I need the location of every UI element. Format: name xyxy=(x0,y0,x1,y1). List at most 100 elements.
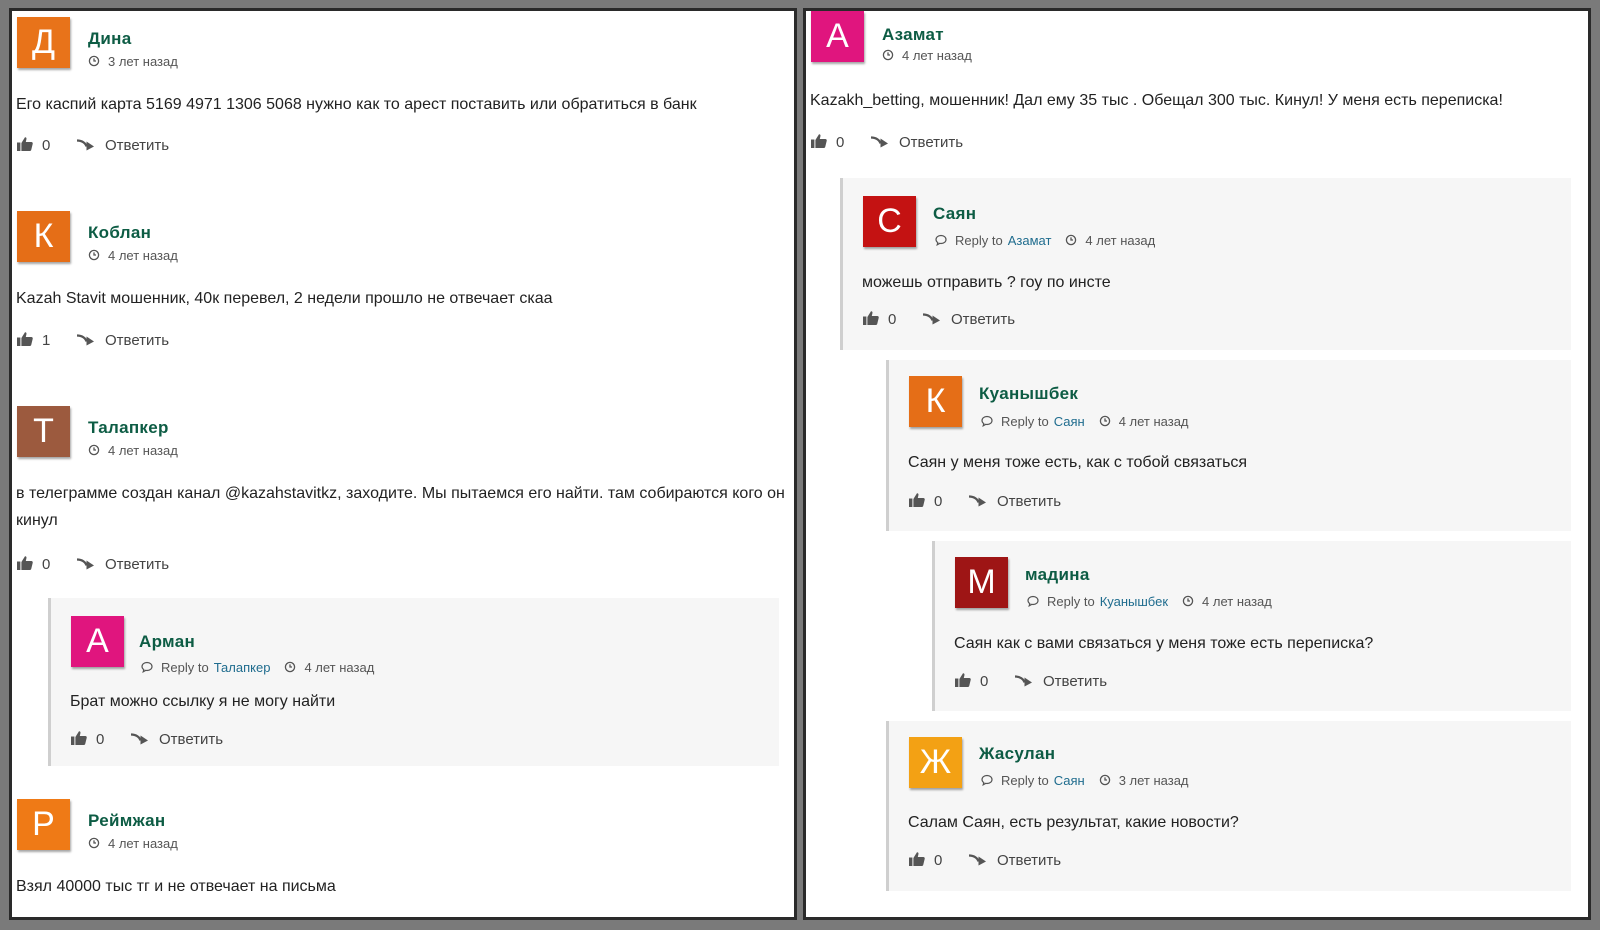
reply-arrow-icon xyxy=(76,332,96,346)
reply-to-link[interactable]: Саян xyxy=(1054,414,1085,429)
reply-comment: С Саян Reply to Азамат 4 лет назад можешь … xyxy=(840,178,1571,350)
comment-text: Kazah Stavit мошенник, 40к перевел, 2 не… xyxy=(16,290,553,307)
comment-text: Взял 40000 тыс тг и не отвечает на письм… xyxy=(16,878,336,895)
avatar: Д xyxy=(17,17,70,68)
clock-icon xyxy=(88,55,100,67)
avatar: К xyxy=(17,211,70,262)
reply-to-label: Reply to xyxy=(955,233,1003,248)
comment-author[interactable]: Арман xyxy=(139,632,195,652)
clock-icon xyxy=(284,661,296,673)
reply-button[interactable]: Ответить xyxy=(105,137,169,154)
comment-bubble-icon xyxy=(981,415,993,427)
reply-button[interactable]: Ответить xyxy=(899,134,963,151)
comment-time: 4 лет назад xyxy=(108,443,178,458)
clock-icon xyxy=(88,444,100,456)
comment-bubble-icon xyxy=(935,234,947,246)
clock-icon xyxy=(88,249,100,261)
reply-arrow-icon xyxy=(870,134,890,148)
comment-author[interactable]: Куанышбек xyxy=(979,384,1078,404)
comment-time: 4 лет назад xyxy=(108,248,178,263)
comment: Р Реймжан 4 лет назад Взял 40000 тыс тг … xyxy=(12,793,794,917)
comment-author[interactable]: Жасулан xyxy=(979,744,1055,764)
reply-arrow-icon xyxy=(968,852,988,866)
like-count: 0 xyxy=(42,137,51,154)
reply-comment: М мадина Reply to Куанышбек 4 лет назад Са… xyxy=(932,541,1571,711)
reply-to-link[interactable]: Саян xyxy=(1054,773,1085,788)
like-count: 1 xyxy=(42,332,51,349)
comment-time: 4 лет назад xyxy=(108,836,178,851)
thumbs-up-icon[interactable] xyxy=(954,672,972,688)
comment-author[interactable]: мадина xyxy=(1025,565,1090,585)
reply-to-label: Reply to xyxy=(161,660,209,675)
like-count: 0 xyxy=(934,493,943,510)
thumbs-up-icon[interactable] xyxy=(908,492,926,508)
clock-icon xyxy=(1182,595,1194,607)
reply-comment: А Арман Reply to Талапкер 4 лет назад Брат… xyxy=(48,598,779,766)
reply-button[interactable]: Ответить xyxy=(1043,673,1107,690)
reply-button[interactable]: Ответить xyxy=(997,852,1061,869)
thumbs-up-icon[interactable] xyxy=(862,310,880,326)
clock-icon xyxy=(1099,774,1111,786)
comment-text: Брат можно ссылку я не могу найти xyxy=(70,693,336,710)
like-count: 0 xyxy=(96,731,105,748)
comment-author[interactable]: Коблан xyxy=(88,223,151,243)
comment-time: 4 лет назад xyxy=(1085,233,1156,248)
avatar: М xyxy=(955,557,1008,608)
comment-bubble-icon xyxy=(141,661,153,673)
reply-comment: Ж Жасулан Reply to Саян 3 лет назад Салам … xyxy=(886,721,1571,891)
comment-text: Салам Саян, есть результат, какие новост… xyxy=(908,814,1239,831)
comment-time: 4 лет назад xyxy=(1202,594,1272,609)
reply-button[interactable]: Ответить xyxy=(105,556,169,573)
reply-arrow-icon xyxy=(130,731,150,745)
comment-text: в телеграмме создан канал @kazahstavitkz… xyxy=(16,485,785,529)
clock-icon xyxy=(88,837,100,849)
like-count: 0 xyxy=(42,556,51,573)
comment: А Азамат 4 лет назад Kazakh_betting, мош… xyxy=(806,11,1588,171)
comment-text: Саян у меня тоже есть, как с тобой связа… xyxy=(908,454,1248,471)
comment: Д Дина 3 лет назад Его каспий карта 5169… xyxy=(12,11,794,176)
comment-text: Его каспий карта 5169 4971 1306 5068 нуж… xyxy=(16,96,697,113)
clock-icon xyxy=(882,49,894,61)
avatar: С xyxy=(863,196,916,247)
comment-author[interactable]: Саян xyxy=(933,204,976,224)
avatar: Р xyxy=(17,799,70,850)
comment-author[interactable]: Реймжан xyxy=(88,811,165,831)
comment-time: 4 лет назад xyxy=(1118,414,1189,429)
thumbs-up-icon[interactable] xyxy=(16,136,34,152)
reply-to-link[interactable]: Азамат xyxy=(1008,233,1052,248)
comment-author[interactable]: Азамат xyxy=(882,25,944,45)
reply-button[interactable]: Ответить xyxy=(159,731,223,748)
thumbs-up-icon[interactable] xyxy=(810,133,828,149)
reply-to-label: Reply to xyxy=(1001,414,1049,429)
reply-to-label: Reply to xyxy=(1047,594,1095,609)
reply-button[interactable]: Ответить xyxy=(997,493,1061,510)
thumbs-up-icon[interactable] xyxy=(908,851,926,867)
comment-text: Саян как с вами связаться у меня тоже ес… xyxy=(954,635,1374,652)
avatar: Т xyxy=(17,406,70,457)
reply-to-link[interactable]: Талапкер xyxy=(214,660,271,675)
comment-time: 4 лет назад xyxy=(902,48,972,63)
thumbs-up-icon[interactable] xyxy=(16,555,34,571)
reply-to-link[interactable]: Куанышбек xyxy=(1100,594,1168,609)
reply-button[interactable]: Ответить xyxy=(105,332,169,349)
like-count: 0 xyxy=(888,311,897,328)
comment-author[interactable]: Талапкер xyxy=(88,418,169,438)
clock-icon xyxy=(1099,415,1111,427)
avatar: Ж xyxy=(909,737,962,788)
comment-bubble-icon xyxy=(981,774,993,786)
reply-arrow-icon xyxy=(76,137,96,151)
thumbs-up-icon[interactable] xyxy=(70,730,88,746)
like-count: 0 xyxy=(934,852,943,869)
avatar: К xyxy=(909,376,962,427)
comment-text: можешь отправить ? гоу по инсте xyxy=(862,274,1111,291)
avatar: А xyxy=(71,616,124,667)
thumbs-up-icon[interactable] xyxy=(16,331,34,347)
reply-button[interactable]: Ответить xyxy=(951,311,1015,328)
like-count: 0 xyxy=(980,673,989,690)
clock-icon xyxy=(1065,234,1077,246)
left-comments-panel: Д Дина 3 лет назад Его каспий карта 5169… xyxy=(12,11,794,917)
reply-to-label: Reply to xyxy=(1001,773,1049,788)
comment-author[interactable]: Дина xyxy=(88,29,131,49)
reply-arrow-icon xyxy=(922,311,942,325)
comment-time: 4 лет назад xyxy=(304,660,375,675)
